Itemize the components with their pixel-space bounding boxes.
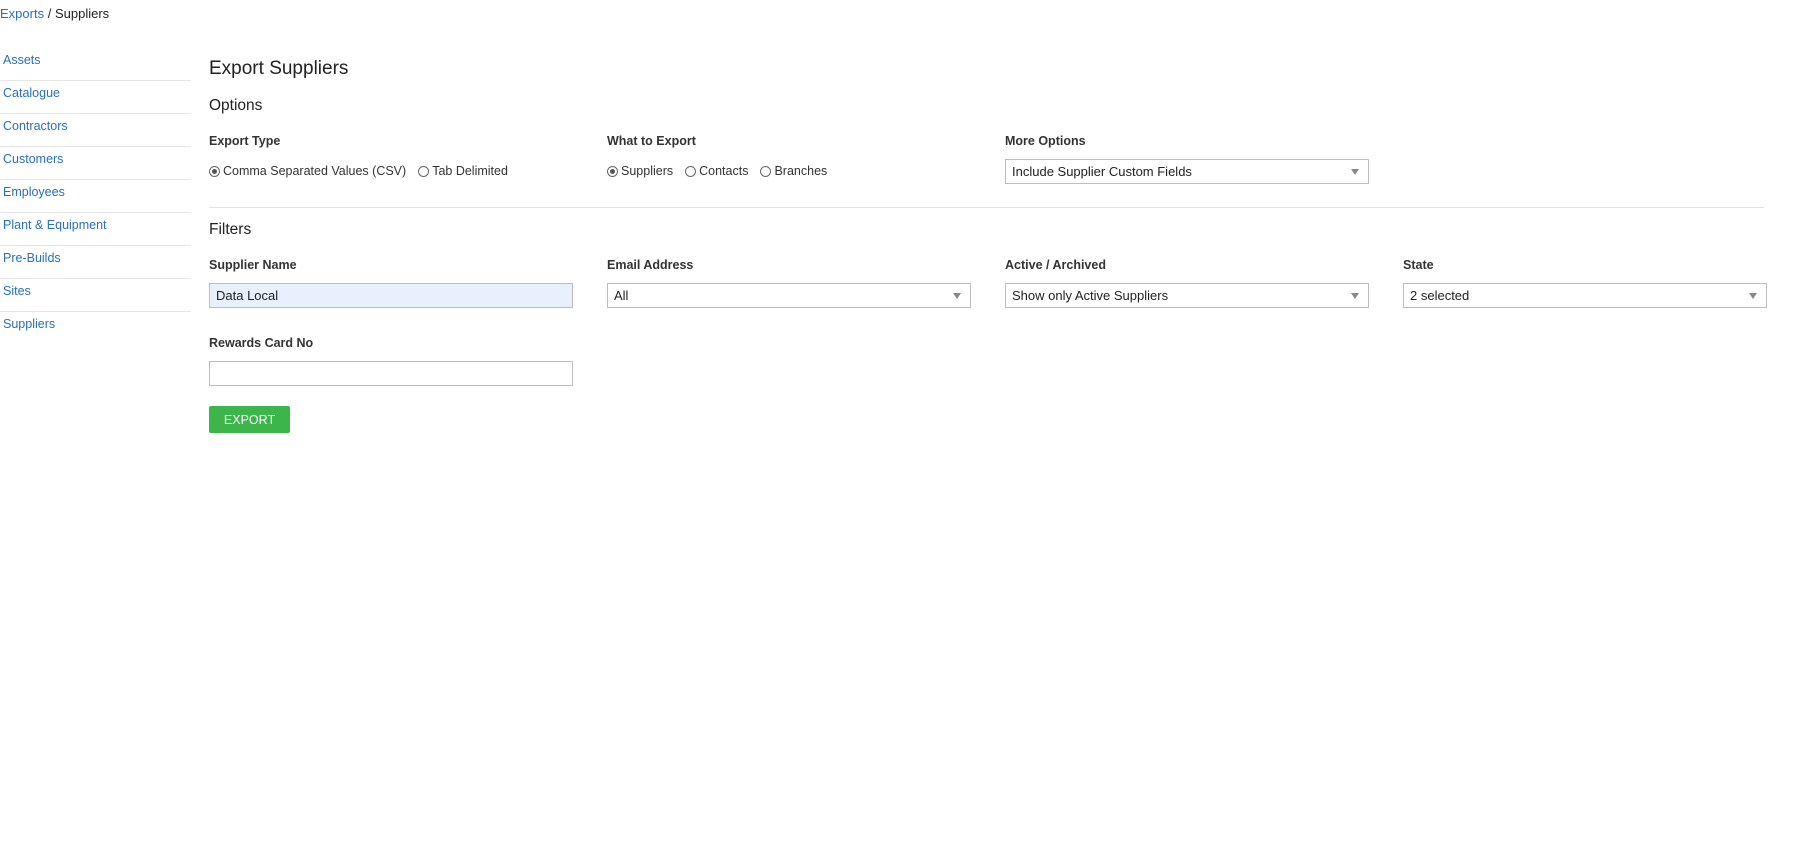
- page-title: Export Suppliers: [209, 58, 349, 79]
- sidebar-item-catalogue[interactable]: Catalogue: [0, 81, 191, 114]
- active-archived-label: Active / Archived: [1005, 258, 1106, 272]
- radio-branches-indicator[interactable]: [760, 165, 772, 177]
- sidebar-item-plant-equipment[interactable]: Plant & Equipment: [0, 213, 191, 246]
- active-archived-value: Show only Active Suppliers: [1012, 288, 1169, 303]
- email-address-value: All: [614, 288, 629, 303]
- export-type-label: Export Type: [209, 134, 281, 148]
- radio-tab-delimited[interactable]: Tab Delimited: [418, 164, 508, 178]
- chevron-down-icon: [1749, 293, 1757, 299]
- radio-csv-indicator[interactable]: [209, 165, 220, 177]
- email-address-label: Email Address: [607, 258, 694, 272]
- section-divider: [209, 207, 1764, 208]
- sidebar-item-assets[interactable]: Assets: [0, 48, 191, 81]
- radio-contacts-indicator[interactable]: [685, 165, 697, 177]
- breadcrumb-current: Suppliers: [54, 6, 110, 21]
- breadcrumb-exports-link[interactable]: Exports: [0, 6, 44, 21]
- more-options-select[interactable]: Include Supplier Custom Fields: [1005, 159, 1369, 184]
- sidebar-item-customers[interactable]: Customers: [0, 147, 191, 180]
- radio-csv-label: Comma Separated Values (CSV): [223, 164, 407, 178]
- rewards-card-label: Rewards Card No: [209, 336, 314, 350]
- radio-branches[interactable]: Branches: [760, 164, 827, 178]
- sidebar-item-pre-builds[interactable]: Pre-Builds: [0, 246, 191, 279]
- state-select[interactable]: 2 selected: [1403, 283, 1767, 308]
- what-to-export-label: What to Export: [607, 134, 696, 148]
- radio-contacts[interactable]: Contacts: [685, 164, 748, 178]
- state-value: 2 selected: [1410, 288, 1470, 303]
- export-button[interactable]: EXPORT: [209, 406, 290, 433]
- radio-tab-delimited-label: Tab Delimited: [432, 164, 508, 178]
- radio-branches-label: Branches: [774, 164, 828, 178]
- radio-csv[interactable]: Comma Separated Values (CSV): [209, 164, 406, 178]
- radio-suppliers[interactable]: Suppliers: [607, 164, 673, 178]
- breadcrumb: Exports / Suppliers: [0, 6, 109, 21]
- breadcrumb-separator: /: [47, 6, 52, 21]
- state-label: State: [1403, 258, 1434, 272]
- sidebar-item-sites[interactable]: Sites: [0, 279, 191, 312]
- active-archived-select[interactable]: Show only Active Suppliers: [1005, 283, 1369, 308]
- sidebar: Assets Catalogue Contractors Customers E…: [0, 48, 191, 345]
- sidebar-item-suppliers[interactable]: Suppliers: [0, 312, 191, 345]
- radio-suppliers-indicator[interactable]: [607, 165, 618, 177]
- supplier-name-input[interactable]: [209, 283, 573, 308]
- what-to-export-radio-group: Suppliers Contacts Branches: [607, 164, 839, 178]
- filters-section-title: Filters: [209, 221, 252, 238]
- supplier-name-label: Supplier Name: [209, 258, 297, 272]
- options-section-title: Options: [209, 97, 263, 114]
- chevron-down-icon: [1351, 169, 1359, 175]
- radio-tab-delimited-indicator[interactable]: [418, 165, 430, 177]
- rewards-card-input[interactable]: [209, 361, 573, 386]
- more-options-value: Include Supplier Custom Fields: [1012, 164, 1192, 179]
- email-address-select[interactable]: All: [607, 283, 971, 308]
- export-type-radio-group: Comma Separated Values (CSV) Tab Delimit…: [209, 164, 520, 178]
- radio-contacts-label: Contacts: [699, 164, 749, 178]
- radio-suppliers-label: Suppliers: [621, 164, 674, 178]
- sidebar-item-employees[interactable]: Employees: [0, 180, 191, 213]
- chevron-down-icon: [953, 293, 961, 299]
- sidebar-item-contractors[interactable]: Contractors: [0, 114, 191, 147]
- more-options-label: More Options: [1005, 134, 1086, 148]
- chevron-down-icon: [1351, 293, 1359, 299]
